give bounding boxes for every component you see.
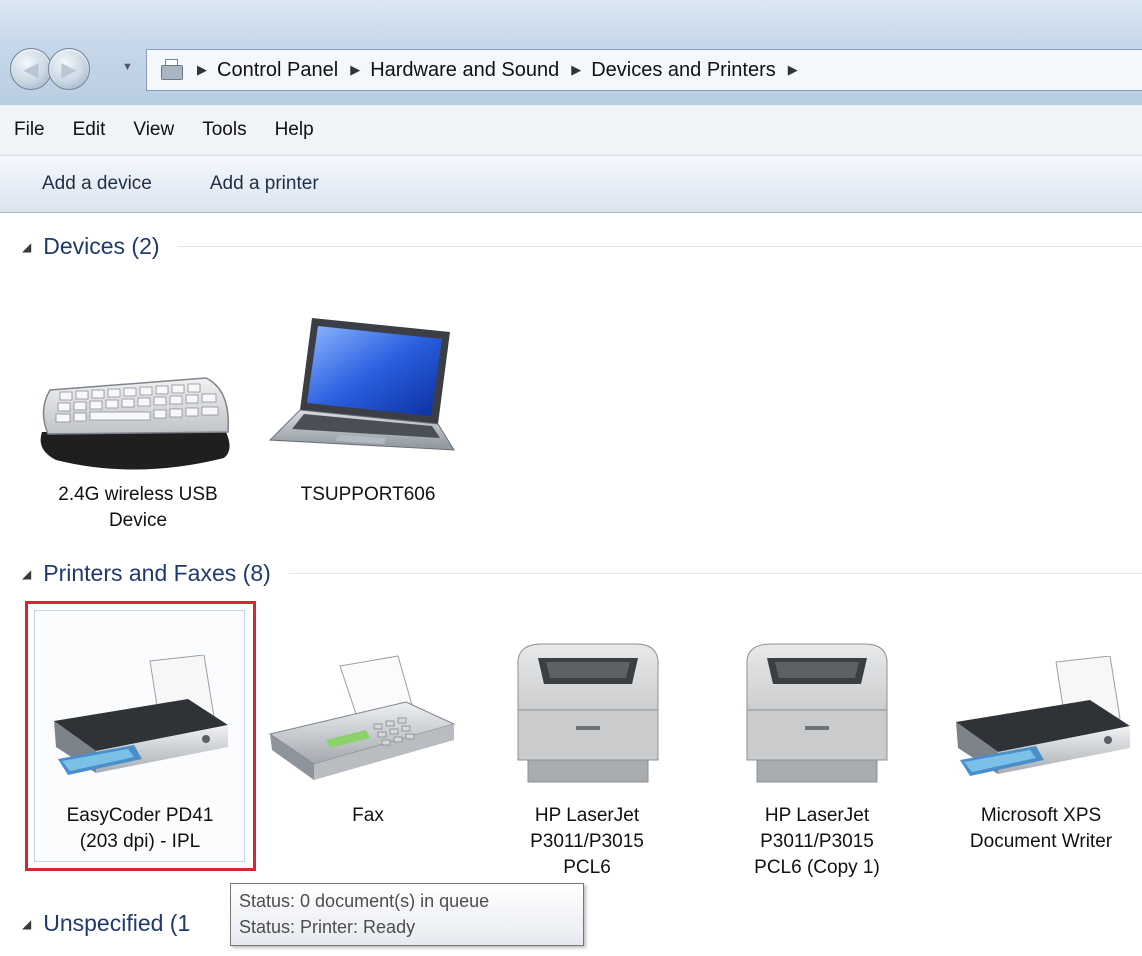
back-arrow-icon: ◀ bbox=[23, 58, 39, 81]
window-header: ◀ ▶ ▼ ▶ Control Panel ▶ Hardware and Sou… bbox=[0, 0, 1142, 105]
command-bar: Add a device Add a printer bbox=[0, 156, 1142, 213]
laser-printer-icon[interactable] bbox=[512, 640, 662, 790]
group-title-devices: Devices (2) bbox=[43, 233, 160, 259]
menu-edit[interactable]: Edit bbox=[73, 119, 106, 141]
menu-bar: File Edit View Tools Help bbox=[0, 105, 1142, 156]
device-name-line: 2.4G wireless USB bbox=[58, 484, 218, 505]
forward-button[interactable]: ▶ bbox=[48, 48, 90, 90]
device-label-hp-laserjet[interactable]: HP LaserJet P3011/P3015 PCL6 bbox=[500, 803, 674, 881]
collapse-arrow-icon[interactable]: ◢ bbox=[22, 240, 31, 254]
laptop-icon[interactable] bbox=[268, 314, 458, 464]
device-name-line: Fax bbox=[352, 805, 384, 826]
device-label-hp-laserjet-copy1[interactable]: HP LaserJet P3011/P3015 PCL6 (Copy 1) bbox=[724, 803, 910, 881]
device-name-line: HP LaserJet bbox=[534, 805, 640, 826]
group-divider bbox=[288, 573, 1142, 574]
device-name-line: EasyCoder PD41 bbox=[66, 805, 214, 826]
group-header-printers[interactable]: ◢ Printers and Faxes (8) bbox=[22, 560, 1142, 587]
fax-icon[interactable] bbox=[266, 654, 462, 784]
device-name-line: Microsoft XPS bbox=[980, 805, 1102, 826]
device-name-line: P3011/P3015 bbox=[530, 831, 644, 852]
status-tooltip: Status: 0 document(s) in queue Status: P… bbox=[230, 883, 584, 946]
device-label-xps[interactable]: Microsoft XPS Document Writer bbox=[942, 803, 1140, 855]
collapse-arrow-icon[interactable]: ◢ bbox=[22, 567, 31, 581]
keyboard-icon[interactable] bbox=[36, 370, 236, 475]
menu-tools[interactable]: Tools bbox=[202, 119, 246, 141]
breadcrumb-hardware-and-sound[interactable]: Hardware and Sound bbox=[370, 59, 559, 82]
chevron-right-icon[interactable]: ▶ bbox=[350, 62, 360, 78]
device-name-line: HP LaserJet bbox=[764, 805, 870, 826]
printer-icon[interactable] bbox=[38, 655, 238, 785]
device-label-laptop[interactable]: TSUPPORT606 bbox=[278, 482, 458, 508]
group-title-unspecified: Unspecified (1 bbox=[43, 910, 191, 936]
tooltip-queue-status: Status: 0 document(s) in queue bbox=[239, 891, 490, 911]
device-name-line: (203 dpi) - IPL bbox=[79, 831, 201, 852]
group-divider bbox=[177, 246, 1142, 247]
menu-help[interactable]: Help bbox=[275, 119, 314, 141]
breadcrumb-devices-and-printers[interactable]: Devices and Printers bbox=[591, 59, 776, 82]
device-label-keyboard[interactable]: 2.4G wireless USB Device bbox=[40, 482, 236, 534]
address-bar[interactable]: ▶ Control Panel ▶ Hardware and Sound ▶ D… bbox=[146, 49, 1142, 91]
group-header-devices[interactable]: ◢ Devices (2) bbox=[22, 233, 1142, 260]
tooltip-printer-status: Status: Printer: Ready bbox=[239, 917, 416, 937]
collapse-arrow-icon[interactable]: ◢ bbox=[22, 917, 31, 931]
chevron-right-icon[interactable]: ▶ bbox=[197, 62, 207, 78]
chevron-right-icon[interactable]: ▶ bbox=[571, 62, 581, 78]
device-name-line: PCL6 bbox=[563, 857, 611, 878]
forward-arrow-icon: ▶ bbox=[61, 58, 77, 81]
recent-pages-dropdown-icon[interactable]: ▼ bbox=[122, 61, 133, 73]
chevron-right-icon[interactable]: ▶ bbox=[788, 62, 798, 78]
menu-view[interactable]: View bbox=[133, 119, 174, 141]
device-name-line: Device bbox=[108, 510, 168, 531]
devices-printers-icon bbox=[157, 59, 185, 81]
group-title-printers: Printers and Faxes (8) bbox=[43, 560, 271, 586]
menu-file[interactable]: File bbox=[14, 119, 45, 141]
breadcrumb-control-panel[interactable]: Control Panel bbox=[217, 59, 338, 82]
add-printer-button[interactable]: Add a printer bbox=[210, 173, 319, 195]
device-label-easycoder[interactable]: EasyCoder PD41 (203 dpi) - IPL bbox=[38, 803, 242, 855]
device-name-line: PCL6 (Copy 1) bbox=[754, 857, 880, 878]
laser-printer-icon[interactable] bbox=[741, 640, 891, 790]
device-name-line: P3011/P3015 bbox=[760, 831, 874, 852]
printer-icon[interactable] bbox=[944, 656, 1140, 786]
add-device-button[interactable]: Add a device bbox=[42, 173, 152, 195]
device-name-line: Document Writer bbox=[969, 831, 1113, 852]
back-button[interactable]: ◀ bbox=[10, 48, 52, 90]
device-label-fax[interactable]: Fax bbox=[270, 803, 466, 829]
device-name-line: TSUPPORT606 bbox=[300, 484, 436, 505]
